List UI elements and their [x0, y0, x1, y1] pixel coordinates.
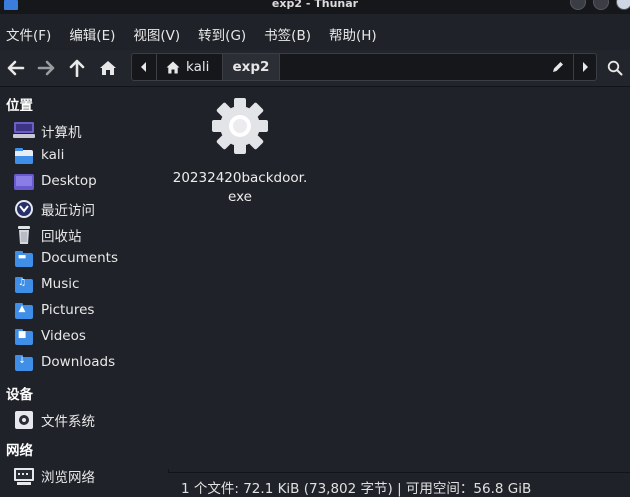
chevron-right-icon	[583, 62, 588, 72]
sidebar-item-label: Downloads	[41, 354, 116, 370]
sidebar-item-downloads[interactable]: ↓ Downloads	[0, 351, 167, 375]
back-button[interactable]	[5, 58, 27, 78]
path-segment-label: exp2	[232, 59, 270, 75]
sidebar-item-documents[interactable]: ▬ Documents	[0, 247, 167, 271]
gear-icon	[212, 98, 268, 154]
sidebar-item-label: Desktop	[41, 173, 97, 189]
sidebar-item-browse-network[interactable]: 浏览网络	[0, 463, 167, 487]
sidebar-item-label: 浏览网络	[41, 470, 95, 486]
sidebar-header-devices: 设备	[6, 387, 33, 403]
sidebar-item-trash[interactable]: 回收站	[0, 222, 167, 246]
sidebar-item-computer[interactable]: 计算机	[0, 118, 167, 142]
sidebar-item-label: 最近访问	[41, 203, 95, 219]
sidebar-item-label: 计算机	[41, 125, 82, 141]
sidebar-item-label: kali	[41, 147, 65, 163]
sidebar-item-label: Documents	[41, 250, 118, 266]
menu-bookmarks[interactable]: 书签(B)	[264, 24, 311, 44]
path-scroll-right-button[interactable]	[574, 54, 596, 80]
arrow-up-icon	[69, 59, 85, 77]
file-name: 20232420backdoor.exe	[172, 170, 308, 205]
sidebar-item-label: Music	[41, 276, 80, 292]
sidebar-item-recent[interactable]: 最近访问	[0, 196, 167, 220]
search-button[interactable]	[604, 58, 626, 78]
trash-icon	[13, 225, 35, 244]
music-folder-icon: ♫	[13, 276, 35, 294]
computer-icon	[13, 121, 35, 139]
home-folder-icon	[13, 147, 35, 165]
sidebar-item-label: Pictures	[41, 302, 95, 318]
arrow-right-icon	[37, 60, 55, 76]
menu-bar: 文件(F) 编辑(E) 视图(V) 转到(G) 书签(B) 帮助(H)	[0, 20, 630, 48]
home-icon	[100, 61, 116, 75]
sidebar-item-music[interactable]: ♫ Music	[0, 273, 167, 297]
path-scroll-left-button[interactable]	[132, 54, 156, 80]
documents-folder-icon: ▬	[13, 250, 35, 268]
sidebar-item-label: Videos	[41, 328, 86, 344]
path-bar[interactable]: kali exp2	[131, 53, 597, 81]
sidebar-header-places: 位置	[6, 98, 33, 114]
network-icon	[13, 466, 35, 485]
sidebar-item-kali[interactable]: kali	[0, 144, 167, 168]
chevron-left-icon	[141, 62, 146, 72]
drive-icon	[13, 410, 35, 429]
search-icon	[607, 60, 623, 76]
forward-button[interactable]	[35, 58, 57, 78]
desktop-icon	[13, 173, 35, 191]
title-bar: exp2 - Thunar	[0, 0, 630, 14]
path-segment-kali[interactable]: kali	[166, 54, 209, 80]
sidebar: 位置 计算机 kali Desktop 最近访问 回收站 ▬ Documents…	[0, 87, 169, 496]
sidebar-item-pictures[interactable]: ▲ Pictures	[0, 299, 167, 323]
home-icon	[166, 61, 180, 73]
sidebar-item-desktop[interactable]: Desktop	[0, 170, 167, 194]
up-button[interactable]	[66, 58, 88, 78]
menu-edit[interactable]: 编辑(E)	[69, 24, 115, 44]
pencil-icon	[553, 62, 563, 72]
menu-view[interactable]: 视图(V)	[133, 24, 180, 44]
sidebar-item-filesystem[interactable]: 文件系统	[0, 407, 167, 431]
sidebar-header-network: 网络	[6, 443, 33, 459]
menu-file[interactable]: 文件(F)	[6, 24, 51, 44]
edit-location-button[interactable]	[543, 54, 573, 80]
sidebar-item-label: 回收站	[41, 229, 82, 245]
pictures-folder-icon: ▲	[13, 302, 35, 320]
status-bar: 1 个文件: 72.1 KiB (73,802 字节) | 可用空间：56.8 …	[168, 472, 630, 497]
status-text: 1 个文件: 72.1 KiB (73,802 字节) | 可用空间：56.8 …	[181, 481, 532, 497]
window-title: exp2 - Thunar	[271, 0, 359, 10]
downloads-folder-icon: ↓	[13, 354, 35, 372]
menu-help[interactable]: 帮助(H)	[329, 24, 377, 44]
home-button[interactable]	[97, 58, 119, 78]
menu-go[interactable]: 转到(G)	[198, 24, 246, 44]
arrow-left-icon	[7, 60, 25, 76]
videos-folder-icon: ■	[13, 328, 35, 346]
file-view[interactable]: 20232420backdoor.exe	[168, 87, 630, 469]
sidebar-item-label: 文件系统	[41, 414, 95, 430]
sidebar-item-videos[interactable]: ■ Videos	[0, 325, 167, 349]
path-segment-label: kali	[186, 59, 210, 75]
recent-icon	[13, 199, 35, 218]
file-item[interactable]: 20232420backdoor.exe	[172, 95, 308, 205]
path-segment-exp2[interactable]: exp2	[223, 54, 279, 80]
